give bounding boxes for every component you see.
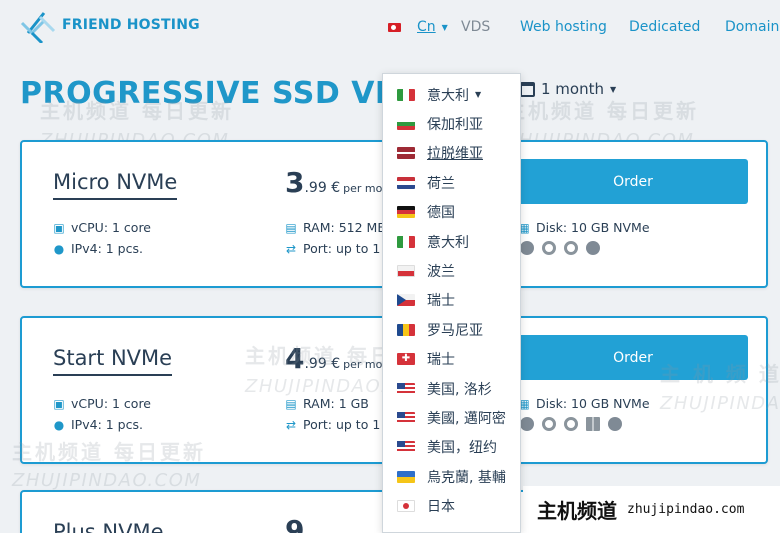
spec-cpu: ▣ vCPU: 1 core bbox=[53, 396, 151, 411]
page-title: PROGRESSIVE SSD VDS bbox=[20, 76, 423, 111]
centos-icon bbox=[520, 417, 534, 431]
poland-flag-icon bbox=[397, 265, 415, 278]
brand-watermark: 主机频道 zhujipindao.com bbox=[523, 486, 780, 533]
nav-vds[interactable]: VDS bbox=[461, 19, 490, 35]
os-list bbox=[520, 417, 622, 431]
bulgaria-flag-icon bbox=[397, 118, 415, 131]
logo-mark-icon bbox=[20, 12, 56, 43]
spec-ram: ▤ RAM: 1 GB bbox=[285, 396, 369, 411]
nav-dedicated[interactable]: Dedicated bbox=[629, 19, 700, 35]
romania-flag-icon bbox=[397, 323, 415, 336]
ubuntu-icon bbox=[564, 417, 578, 431]
spec-cpu: ▣ vCPU: 1 core bbox=[53, 220, 151, 235]
spec-port: ⇄ Port: up to 1 G bbox=[285, 417, 394, 432]
dropdown-item-us-miami[interactable]: 美國, 邁阿密 bbox=[383, 403, 520, 432]
logo[interactable]: FRIEND HOSTING bbox=[20, 5, 200, 45]
ubuntu-icon bbox=[564, 241, 578, 255]
spec-ipv4: ● IPv4: 1 pcs. bbox=[53, 417, 143, 432]
spec-port: ⇄ Port: up to 1 G bbox=[285, 241, 394, 256]
italy-flag-icon bbox=[397, 88, 415, 101]
usa-flag-icon bbox=[397, 411, 415, 424]
spec-disk: ▦ Disk: 10 GB NVMe bbox=[518, 220, 650, 235]
switzerland-flag-icon: ✚ bbox=[397, 353, 415, 366]
disc-icon bbox=[608, 417, 622, 431]
germany-flag-icon bbox=[397, 206, 415, 219]
cpu-icon: ▣ bbox=[53, 396, 65, 411]
chevron-down-icon: ▼ bbox=[441, 22, 448, 32]
turkey-flag-icon bbox=[388, 22, 401, 32]
globe-icon: ● bbox=[53, 417, 65, 432]
spec-ram: ▤ RAM: 512 MB bbox=[285, 220, 386, 235]
dropdown-item-netherlands[interactable]: 荷兰 bbox=[383, 168, 520, 197]
dropdown-item-us-la[interactable]: 美国, 洛杉 bbox=[383, 374, 520, 403]
plan-price: 9 bbox=[285, 514, 305, 533]
period-selector[interactable]: 1 month ▼ bbox=[520, 80, 616, 98]
brand-en: zhujipindao.com bbox=[627, 502, 745, 517]
chevron-down-icon: ▼ bbox=[610, 84, 617, 94]
spec-ipv4: ● IPv4: 1 pcs. bbox=[53, 241, 143, 256]
dropdown-item-italy[interactable]: 意大利 ▼ bbox=[383, 80, 520, 109]
usa-flag-icon bbox=[397, 382, 415, 395]
chevron-down-icon: ▼ bbox=[475, 90, 482, 100]
dropdown-item-romania[interactable]: 罗马尼亚 bbox=[383, 315, 520, 344]
centos-icon bbox=[520, 241, 534, 255]
order-button[interactable]: Order bbox=[518, 159, 748, 204]
plan-price: 3 .99 € per mon bbox=[285, 166, 390, 199]
os-list bbox=[520, 241, 600, 255]
usa-flag-icon bbox=[397, 441, 415, 454]
nav-web-hosting[interactable]: Web hosting bbox=[520, 19, 607, 35]
plan-name: Start NVMe bbox=[53, 346, 173, 376]
period-label: 1 month bbox=[541, 80, 604, 98]
debian-icon bbox=[542, 417, 556, 431]
ukraine-flag-icon bbox=[397, 470, 415, 483]
brand-cn: 主机频道 bbox=[537, 499, 617, 523]
plan-price: 4 .99 € per mon bbox=[285, 342, 390, 375]
dropdown-item-bulgaria[interactable]: 保加利亚 bbox=[383, 109, 520, 138]
debian-icon bbox=[542, 241, 556, 255]
dropdown-item-ukraine[interactable]: 烏克蘭, 基輔 bbox=[383, 462, 520, 491]
cpu-icon: ▣ bbox=[53, 220, 65, 235]
order-button[interactable]: Order bbox=[518, 335, 748, 380]
dropdown-item-us-ny[interactable]: 美国，纽约 bbox=[383, 433, 520, 462]
windows-icon bbox=[586, 417, 600, 431]
italy-flag-icon bbox=[397, 235, 415, 248]
dropdown-item-czech[interactable]: 瑞士 bbox=[383, 286, 520, 315]
disc-icon bbox=[586, 241, 600, 255]
dropdown-item-italy-2[interactable]: 意大利 bbox=[383, 227, 520, 256]
japan-flag-icon bbox=[397, 500, 415, 513]
logo-text: FRIEND HOSTING bbox=[62, 17, 200, 33]
latvia-flag-icon bbox=[397, 147, 415, 160]
dropdown-item-poland[interactable]: 波兰 bbox=[383, 256, 520, 285]
dropdown-item-latvia[interactable]: 拉脱维亚 bbox=[383, 139, 520, 168]
plan-name: Micro NVMe bbox=[53, 170, 178, 200]
dropdown-item-japan[interactable]: 日本 bbox=[383, 491, 520, 520]
dropdown-item-switzerland[interactable]: ✚ 瑞士 bbox=[383, 345, 520, 374]
spec-disk: ▦ Disk: 10 GB NVMe bbox=[518, 396, 650, 411]
dropdown-item-germany[interactable]: 德国 bbox=[383, 198, 520, 227]
memory-icon: ▤ bbox=[285, 220, 297, 235]
language-dropdown: 意大利 ▼ 保加利亚 拉脱维亚 荷兰 德国 意大利 波兰 瑞士 罗马尼亚 ✚ 瑞… bbox=[382, 73, 521, 533]
memory-icon: ▤ bbox=[285, 396, 297, 411]
watermark-en: ZHUJIPINDAO.COM bbox=[12, 470, 202, 491]
port-icon: ⇄ bbox=[285, 241, 297, 256]
plan-name: Plus NVMe bbox=[53, 520, 164, 533]
czech-flag-icon bbox=[397, 294, 415, 307]
watermark-cn: 主机频道 每日更新 bbox=[505, 99, 699, 123]
globe-icon: ● bbox=[53, 241, 65, 256]
calendar-icon bbox=[520, 81, 535, 97]
language-selector[interactable]: Cn ▼ bbox=[388, 19, 448, 35]
port-icon: ⇄ bbox=[285, 417, 297, 432]
nav-domain[interactable]: Domain bbox=[725, 19, 779, 35]
language-label[interactable]: Cn bbox=[417, 19, 436, 35]
netherlands-flag-icon bbox=[397, 176, 415, 189]
